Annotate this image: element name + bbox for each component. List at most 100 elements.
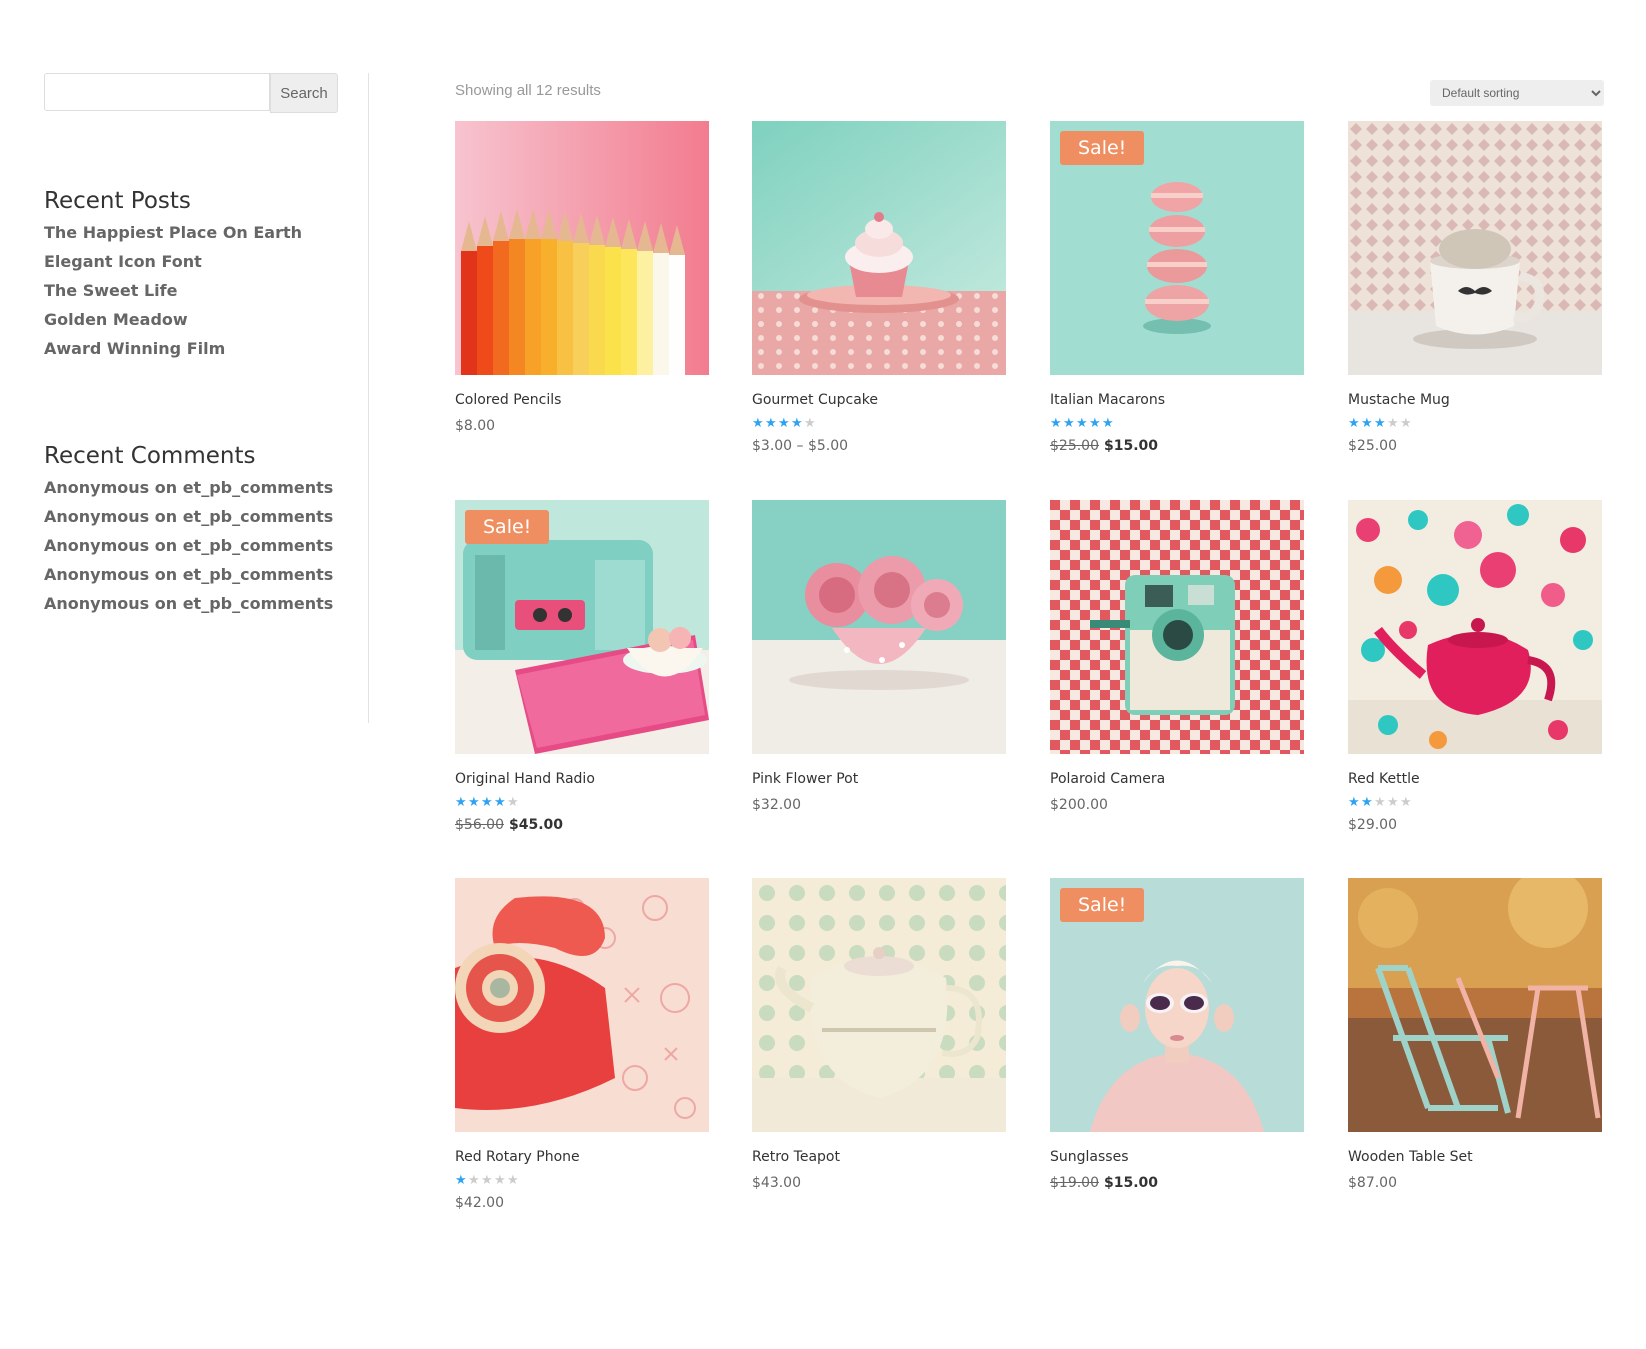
camera-illustration — [1050, 500, 1304, 754]
product-title[interactable]: Original Hand Radio — [455, 769, 709, 789]
sunglasses-image[interactable]: Sale! — [1050, 878, 1304, 1132]
recent-comment-link[interactable]: Anonymous on et_pb_comments — [44, 594, 333, 613]
radio-image[interactable]: Sale! — [455, 500, 709, 754]
product-title[interactable]: Sunglasses — [1050, 1147, 1304, 1167]
sale-price: $45.00 — [509, 817, 564, 833]
star-icon: ★ — [1348, 794, 1360, 809]
colored-pencils-illustration — [455, 121, 709, 375]
recent-comment-item: Anonymous on et_pb_comments — [44, 478, 333, 507]
table-set-illustration — [1348, 878, 1602, 1132]
product-card: Red Rotary Phone ★ ★ ★ ★ ★ $42.00 — [455, 878, 709, 1213]
cupcake-illustration — [752, 121, 1006, 375]
star-icon: ★ — [468, 1172, 480, 1187]
search-input[interactable] — [44, 73, 270, 111]
product-price: $32.00 — [752, 797, 801, 813]
product-title[interactable]: Colored Pencils — [455, 390, 709, 410]
teapot-image[interactable] — [752, 878, 1006, 1132]
product-title[interactable]: Mustache Mug — [1348, 390, 1602, 410]
flower-pot-illustration — [752, 500, 1006, 754]
product-title[interactable]: Red Kettle — [1348, 769, 1602, 789]
product-price: $200.00 — [1050, 797, 1108, 813]
product-price: $25.00 $15.00 — [1050, 436, 1304, 456]
old-price: $19.00 — [1050, 1175, 1099, 1191]
recent-comments-title: Recent Comments — [44, 443, 256, 469]
recent-comments-list: Anonymous on et_pb_comments Anonymous on… — [44, 478, 333, 623]
recent-post-item: Elegant Icon Font — [44, 252, 302, 281]
recent-post-link[interactable]: The Sweet Life — [44, 281, 177, 300]
camera-image[interactable] — [1050, 500, 1304, 754]
recent-comment-item: Anonymous on et_pb_comments — [44, 536, 333, 565]
star-icon: ★ — [1361, 794, 1373, 809]
star-icon: ★ — [455, 1172, 467, 1187]
result-count: Showing all 12 results — [455, 82, 601, 99]
sale-price: $15.00 — [1104, 438, 1159, 454]
product-card: Sale! Sunglasses $19.00 $15.00 — [1050, 878, 1304, 1193]
recent-posts-title: Recent Posts — [44, 188, 191, 214]
product-title[interactable]: Retro Teapot — [752, 1147, 1006, 1167]
product-price: $29.00 — [1348, 817, 1397, 833]
recent-post-link[interactable]: Award Winning Film — [44, 339, 225, 358]
star-icon: ★ — [494, 1172, 506, 1187]
product-price: $25.00 — [1348, 438, 1397, 454]
star-icon: ★ — [765, 415, 777, 430]
star-icon: ★ — [1400, 415, 1412, 430]
sidebar-divider — [368, 73, 369, 723]
star-icon: ★ — [1050, 415, 1062, 430]
table-set-image[interactable] — [1348, 878, 1602, 1132]
recent-post-item: Award Winning Film — [44, 339, 302, 368]
star-icon: ★ — [752, 415, 764, 430]
product-title[interactable]: Pink Flower Pot — [752, 769, 1006, 789]
recent-post-item: Golden Meadow — [44, 310, 302, 339]
recent-post-item: The Happiest Place On Earth — [44, 223, 302, 252]
recent-post-link[interactable]: Elegant Icon Font — [44, 252, 202, 271]
star-icon: ★ — [481, 794, 493, 809]
star-icon: ★ — [1348, 415, 1360, 430]
star-icon: ★ — [481, 1172, 493, 1187]
product-price: $8.00 — [455, 418, 496, 434]
kettle-image[interactable] — [1348, 500, 1602, 754]
star-rating: ★ ★ ★ ★ ★ — [1050, 416, 1304, 430]
star-icon: ★ — [507, 1172, 519, 1187]
star-rating: ★ ★ ★ ★ ★ — [1348, 416, 1602, 430]
recent-post-link[interactable]: Golden Meadow — [44, 310, 188, 329]
recent-comment-link[interactable]: Anonymous on et_pb_comments — [44, 536, 333, 555]
star-rating: ★ ★ ★ ★ ★ — [455, 1173, 709, 1187]
product-title[interactable]: Polaroid Camera — [1050, 769, 1304, 789]
recent-comment-item: Anonymous on et_pb_comments — [44, 594, 333, 623]
star-icon: ★ — [1387, 794, 1399, 809]
star-icon: ★ — [455, 794, 467, 809]
cupcake-image[interactable] — [752, 121, 1006, 375]
old-price: $56.00 — [455, 817, 504, 833]
product-card: Sale! Italian Macarons ★ ★ ★ ★ ★ $25.00 $15.0… — [1050, 121, 1304, 456]
macarons-image[interactable]: Sale! — [1050, 121, 1304, 375]
star-icon: ★ — [778, 415, 790, 430]
product-title[interactable]: Wooden Table Set — [1348, 1147, 1602, 1167]
sale-badge: Sale! — [465, 510, 550, 544]
sort-select[interactable]: Default sorting — [1430, 80, 1604, 106]
product-title[interactable]: Gourmet Cupcake — [752, 390, 1006, 410]
recent-comment-link[interactable]: Anonymous on et_pb_comments — [44, 507, 333, 526]
product-card: Colored Pencils $8.00 — [455, 121, 709, 436]
mug-illustration — [1348, 121, 1602, 375]
recent-comment-link[interactable]: Anonymous on et_pb_comments — [44, 478, 333, 497]
colored-pencils-image[interactable] — [455, 121, 709, 375]
mug-image[interactable] — [1348, 121, 1602, 375]
product-title[interactable]: Italian Macarons — [1050, 390, 1304, 410]
search-button[interactable]: Search — [270, 73, 338, 113]
kettle-illustration — [1348, 500, 1602, 754]
product-card: Mustache Mug ★ ★ ★ ★ ★ $25.00 — [1348, 121, 1602, 456]
product-price: $87.00 — [1348, 1175, 1397, 1191]
recent-posts-list: The Happiest Place On Earth Elegant Icon… — [44, 223, 302, 368]
star-icon: ★ — [804, 415, 816, 430]
star-rating: ★ ★ ★ ★ ★ — [1348, 795, 1602, 809]
star-icon: ★ — [1063, 415, 1075, 430]
recent-post-link[interactable]: The Happiest Place On Earth — [44, 223, 302, 242]
phone-image[interactable] — [455, 878, 709, 1132]
star-icon: ★ — [1387, 415, 1399, 430]
flower-pot-image[interactable] — [752, 500, 1006, 754]
product-title[interactable]: Red Rotary Phone — [455, 1147, 709, 1167]
recent-comment-link[interactable]: Anonymous on et_pb_comments — [44, 565, 333, 584]
star-icon: ★ — [494, 794, 506, 809]
product-card: Gourmet Cupcake ★ ★ ★ ★ ★ $3.00 – $5.00 — [752, 121, 1006, 456]
star-rating: ★ ★ ★ ★ ★ — [752, 416, 1006, 430]
